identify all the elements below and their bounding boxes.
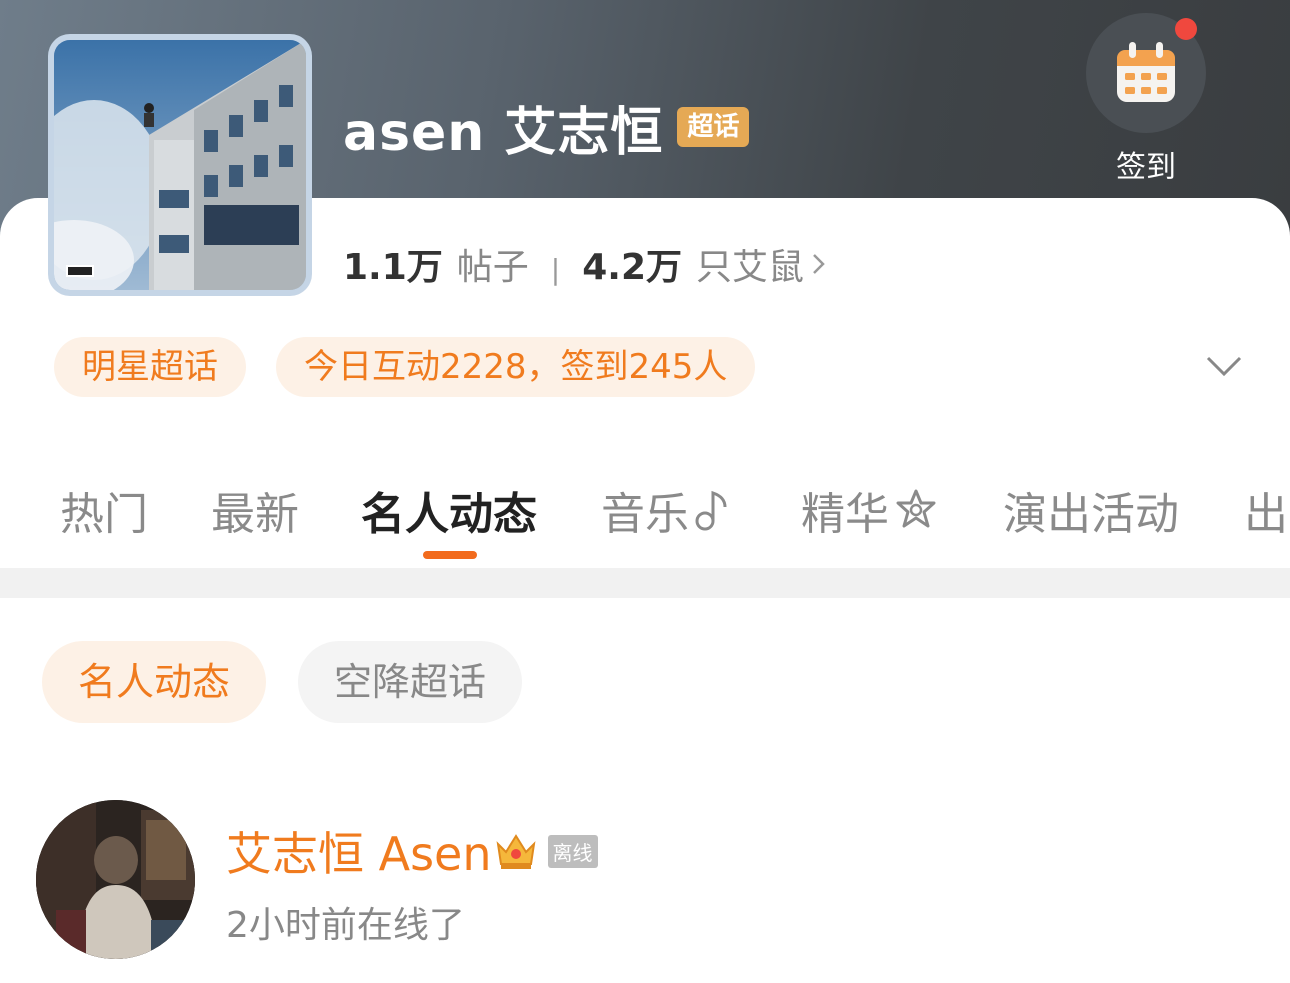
tab-label: 热门 xyxy=(60,489,148,540)
tab-label: 出 xyxy=(1244,489,1288,540)
username-row: 艾志恒 Asen 离线 xyxy=(226,818,598,884)
tab-latest[interactable]: 最新 xyxy=(211,478,299,542)
tab-music[interactable]: 音乐 xyxy=(601,478,731,542)
category-pill[interactable]: 明星超话 xyxy=(54,337,246,397)
tab-bar: 热门 最新 名人动态 音乐 精华 演出活动 出 xyxy=(0,470,1290,550)
section-divider xyxy=(0,568,1290,598)
tab-hot[interactable]: 热门 xyxy=(60,478,148,542)
fans-label: 只艾鼠 xyxy=(696,247,805,288)
tab-label: 名人动态 xyxy=(361,489,537,540)
stats-separator: | xyxy=(550,253,561,286)
subtab-bar: 名人动态 空降超话 xyxy=(42,641,554,723)
posts-count: 1.1万 xyxy=(343,247,443,288)
music-note-icon xyxy=(695,490,727,531)
subtab-airdrop[interactable]: 空降超话 xyxy=(298,641,523,723)
topic-title: asen 艾志恒 xyxy=(343,102,664,163)
tab-label: 演出活动 xyxy=(1003,489,1179,540)
topic-cover-image[interactable] xyxy=(48,34,312,296)
crown-icon xyxy=(496,834,535,869)
notification-dot xyxy=(1175,18,1197,40)
tab-label: 最新 xyxy=(211,489,299,540)
active-tab-indicator xyxy=(423,551,477,559)
topic-stats[interactable]: 1.1万 帖子 | 4.2万 只艾鼠 xyxy=(343,238,828,290)
activity-pill[interactable]: 今日互动2228，签到245人 xyxy=(276,337,756,397)
star-badge-icon xyxy=(896,489,936,528)
celebrity-name[interactable]: 艾志恒 Asen xyxy=(226,818,492,884)
tab-label: 精华 xyxy=(801,489,889,540)
chevron-down-icon[interactable] xyxy=(1204,348,1244,384)
subtab-celebrity-updates[interactable]: 名人动态 xyxy=(42,641,267,723)
topic-info-pills: 明星超话 今日互动2228，签到245人 xyxy=(54,337,785,397)
fans-count: 4.2万 xyxy=(582,247,683,288)
calendar-icon xyxy=(1117,42,1175,102)
tab-featured[interactable]: 精华 xyxy=(801,478,939,542)
tab-celebrity-updates[interactable]: 名人动态 xyxy=(361,478,537,542)
offline-badge: 离线 xyxy=(547,834,598,868)
last-online-text: 2小时前在线了 xyxy=(226,905,465,946)
chevron-right-icon xyxy=(813,254,825,274)
tab-label: 音乐 xyxy=(601,489,689,540)
supertopic-badge: 超话 xyxy=(677,107,750,147)
posts-label: 帖子 xyxy=(456,247,529,288)
checkin-label: 签到 xyxy=(1116,150,1176,185)
tab-performances[interactable]: 演出活动 xyxy=(1003,478,1179,542)
celebrity-entry[interactable]: 艾志恒 Asen 离线 2小时前在线了 xyxy=(36,800,1266,960)
avatar[interactable] xyxy=(36,800,195,959)
tab-more[interactable]: 出 xyxy=(1244,478,1288,542)
topic-title-row: asen 艾志恒 超话 xyxy=(343,92,750,163)
